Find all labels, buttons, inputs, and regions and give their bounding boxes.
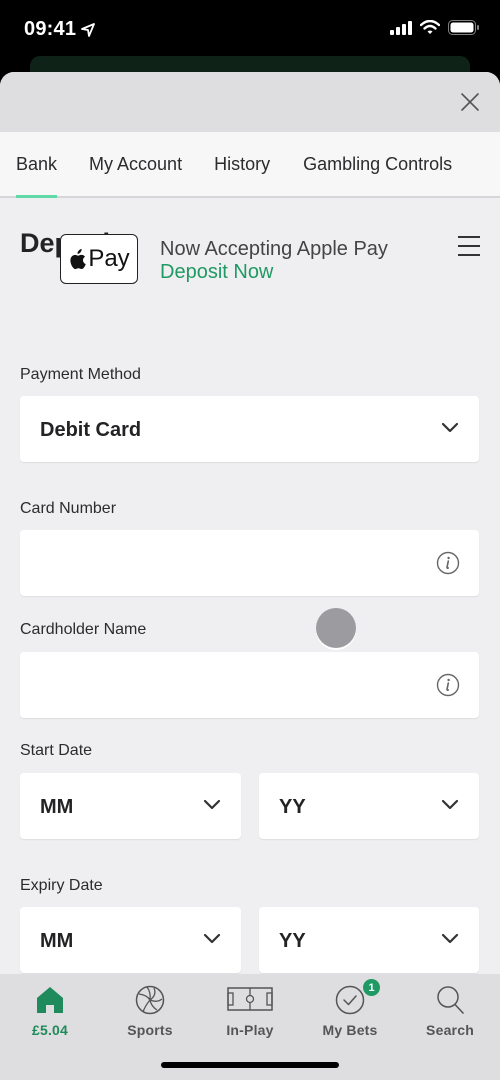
location-arrow-icon [81,22,96,37]
apple-pay-button[interactable]: Pay [60,234,138,284]
tabbar-my-bets[interactable]: 1 My Bets [300,979,400,1038]
search-label: Search [426,1022,474,1038]
expiry-date-label: Expiry Date [20,877,103,894]
close-button[interactable] [458,90,482,114]
start-date-label: Start Date [20,742,93,759]
tab-my-account[interactable]: My Account [89,132,182,196]
touch-indicator [316,608,356,648]
expiry-month-value: MM [40,930,74,952]
status-time: 09:41 [24,18,96,41]
sports-label: Sports [127,1022,173,1038]
home-icon [37,987,63,1013]
account-tabs: Bank My Account History Gambling Control… [0,132,500,198]
deposit-now-link[interactable]: Deposit Now [160,261,388,283]
expiry-year-value: YY [279,930,306,952]
search-icon [437,986,464,1014]
cardholder-name-input[interactable] [20,652,479,718]
tabbar-home[interactable]: £5.04 [0,982,100,1038]
chevron-down-icon [441,799,459,810]
clock-text: 09:41 [24,18,77,40]
tabbar-search[interactable]: Search [400,982,500,1038]
card-number-input[interactable] [20,530,479,596]
tabbar-in-play[interactable]: In-Play [200,982,300,1038]
expiry-month-select[interactable]: MM [20,907,241,973]
payment-method-label: Payment Method [20,366,141,383]
chevron-down-icon [203,799,221,810]
expiry-year-select[interactable]: YY [259,907,479,973]
wifi-icon [420,20,440,34]
apple-pay-text: Pay [88,245,130,272]
chevron-down-icon [203,933,221,944]
start-year-select[interactable]: YY [259,773,479,839]
tab-gambling-controls[interactable]: Gambling Controls [303,132,452,196]
card-number-label: Card Number [20,500,117,517]
payment-method-value: Debit Card [40,419,142,441]
battery-icon [448,20,479,35]
apple-logo-icon [70,248,87,269]
check-circle-icon [335,985,365,1015]
pitch-icon [227,987,273,1011]
balance-label: £5.04 [31,1022,69,1038]
status-icons [390,20,480,35]
start-month-value: MM [40,796,74,818]
tab-label: Bank [16,153,58,174]
cellular-signal-icon [390,20,412,35]
tab-bank[interactable]: Bank [16,132,58,198]
close-icon [461,93,479,111]
home-indicator[interactable] [161,1062,339,1068]
chevron-down-icon [441,422,459,433]
tab-label: History [214,153,271,174]
hamburger-menu-icon [458,236,480,256]
info-icon[interactable] [436,673,460,697]
my-bets-label: My Bets [322,1022,378,1038]
sheet-header [0,72,500,132]
apple-pay-promo: Pay Now Accepting Apple Pay Deposit Now [60,234,388,284]
tab-label: Gambling Controls [303,153,453,174]
tab-label: My Account [89,153,183,174]
status-bar: 09:41 [0,0,500,60]
start-month-select[interactable]: MM [20,773,241,839]
bets-count-badge: 1 [363,979,380,996]
menu-button[interactable] [457,235,481,257]
cardholder-name-label: Cardholder Name [20,621,147,638]
tab-history[interactable]: History [214,132,270,196]
tabbar-sports[interactable]: Sports [100,982,200,1038]
volleyball-icon [135,985,165,1015]
info-icon[interactable] [436,551,460,575]
payment-method-select[interactable]: Debit Card [20,396,479,462]
apple-pay-title: Now Accepting Apple Pay [160,238,388,260]
in-play-label: In-Play [226,1022,274,1038]
start-year-value: YY [279,796,306,818]
chevron-down-icon [441,933,459,944]
